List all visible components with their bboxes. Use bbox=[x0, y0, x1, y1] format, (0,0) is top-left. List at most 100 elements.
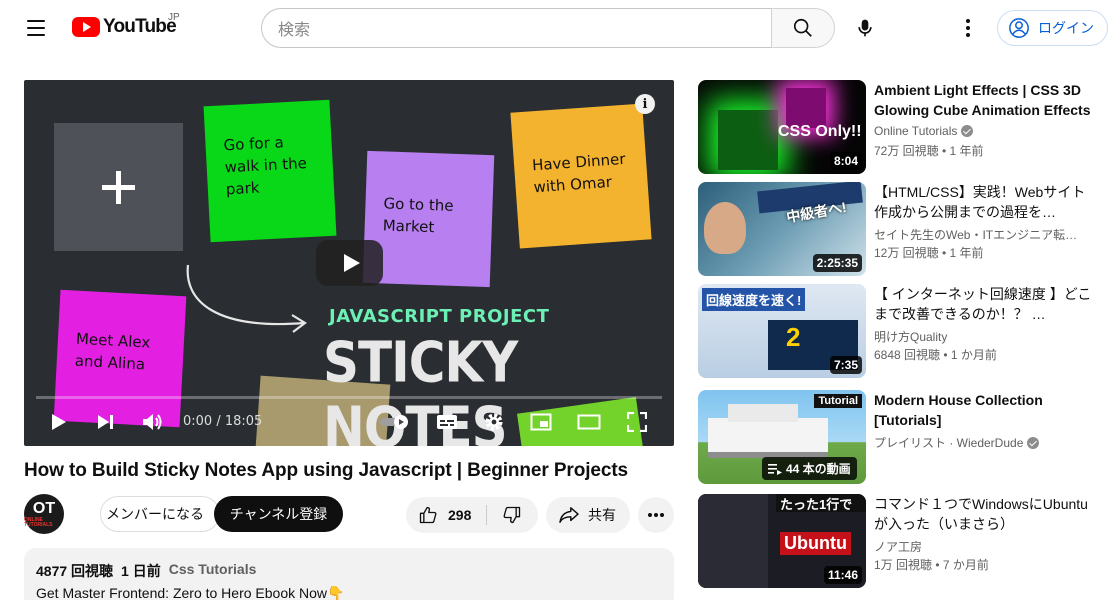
gear-icon bbox=[485, 413, 503, 431]
search-input[interactable]: 検索 bbox=[261, 8, 772, 48]
info-icon[interactable]: i bbox=[635, 94, 655, 114]
autoplay-toggle[interactable] bbox=[378, 408, 414, 436]
search-placeholder: 検索 bbox=[278, 22, 311, 39]
video-title: 【HTML/CSS】実践！Webサイト作成から公開までの過程を… bbox=[874, 184, 1086, 220]
subscribe-label: チャンネル登録 bbox=[229, 506, 328, 522]
login-button[interactable]: ログイン bbox=[997, 10, 1108, 46]
duration-badge: 2:25:35 bbox=[812, 254, 862, 272]
add-note-tile bbox=[54, 123, 183, 251]
guide-menu-button[interactable] bbox=[20, 14, 52, 42]
player-controls: 0:00 / 18:05 bbox=[24, 404, 674, 440]
share-button[interactable]: 共有 bbox=[546, 497, 630, 533]
masthead: YouTube JP 検索 ログイン bbox=[0, 0, 1109, 56]
microphone-icon bbox=[858, 19, 872, 37]
join-membership-button[interactable]: メンバーになる bbox=[100, 496, 220, 532]
member-label: メンバーになる bbox=[106, 506, 204, 522]
description-meta: 4877 回視聴 1 日前 Css Tutorials bbox=[36, 561, 662, 581]
view-count: 4877 回視聴 bbox=[36, 563, 114, 579]
divider bbox=[486, 505, 487, 525]
video-meta: 6848 回視聴 • 1 か月前 bbox=[874, 348, 997, 362]
sticky-note: Have Dinner with Omar bbox=[510, 103, 652, 249]
recommended-playlist[interactable]: Tutorial 44 本の動画 Modern House Collection… bbox=[698, 390, 1103, 486]
miniplayer-button[interactable] bbox=[526, 408, 556, 436]
more-vertical-icon bbox=[966, 19, 970, 37]
hashtag[interactable]: Css Tutorials bbox=[169, 561, 257, 581]
channel-avatar[interactable]: OT ONLINE TUTORIALS bbox=[24, 494, 64, 534]
logo-text: YouTube bbox=[103, 16, 177, 37]
thumbs-down-icon bbox=[503, 506, 521, 524]
video-title: Ambient Light Effects | CSS 3D Glowing C… bbox=[874, 82, 1091, 118]
video-meta: 1万 回視聴 • 7 か月前 bbox=[874, 558, 989, 572]
channel-name: Online Tutorials bbox=[874, 124, 974, 138]
playlist-title: Modern House Collection [Tutorials] bbox=[874, 392, 1043, 428]
channel-name: 明け方Quality bbox=[874, 330, 948, 344]
theater-mode-button[interactable] bbox=[574, 408, 604, 436]
voice-search-button[interactable] bbox=[845, 8, 885, 48]
share-label: 共有 bbox=[588, 507, 616, 523]
thumbnail-text: Tutorial bbox=[814, 394, 862, 408]
menu-icon bbox=[27, 20, 45, 22]
recommended-video[interactable]: CSS Only!! 8:04 Ambient Light Effects | … bbox=[698, 80, 1103, 176]
recommended-video[interactable]: 中級者へ! 2:25:35 【HTML/CSS】実践！Webサイト作成から公開ま… bbox=[698, 182, 1103, 278]
like-count: 298 bbox=[448, 507, 472, 523]
playlist-thumbnail: Tutorial 44 本の動画 bbox=[698, 390, 866, 484]
next-icon bbox=[98, 415, 113, 429]
more-horizontal-icon bbox=[648, 513, 664, 517]
channel-name: ノア工房 bbox=[874, 540, 923, 554]
fullscreen-button[interactable] bbox=[622, 408, 652, 436]
recommended-video[interactable]: たった1行で Ubuntu 11:46 コマンド１つでWindowsにUbunt… bbox=[698, 494, 1103, 590]
video-meta: 12万 回視聴 • 1 年前 bbox=[874, 246, 984, 260]
share-icon bbox=[559, 507, 579, 523]
video-title: コマンド１つでWindowsにUbuntuが入った（いまさら） bbox=[874, 496, 1088, 532]
progress-bar[interactable] bbox=[36, 396, 662, 399]
avatar-subtext: ONLINE TUTORIALS bbox=[24, 516, 53, 528]
playlist-count-badge: 44 本の動画 bbox=[762, 457, 857, 480]
video-title: How to Build Sticky Notes App using Java… bbox=[24, 460, 629, 481]
verified-badge-icon bbox=[961, 125, 974, 137]
video-meta: 72万 回視聴 • 1 年前 bbox=[874, 144, 984, 158]
large-play-button[interactable] bbox=[316, 240, 383, 286]
duration-badge: 11:46 bbox=[823, 566, 862, 584]
dislike-button[interactable] bbox=[488, 497, 536, 533]
subtitles-icon bbox=[437, 415, 457, 429]
settings-button[interactable] bbox=[479, 408, 509, 436]
play-button[interactable] bbox=[44, 408, 74, 436]
youtube-logo[interactable]: YouTube bbox=[72, 16, 177, 38]
region-code: JP bbox=[168, 12, 180, 23]
theater-icon bbox=[577, 414, 601, 430]
video-player[interactable]: Go for a walk in the park Go to the Mark… bbox=[24, 80, 674, 446]
login-label: ログイン bbox=[1038, 20, 1094, 36]
search-icon bbox=[793, 18, 812, 37]
thumbs-up-icon bbox=[419, 506, 437, 524]
subtitles-button[interactable] bbox=[432, 408, 462, 436]
youtube-play-icon bbox=[72, 17, 100, 37]
description-box[interactable]: 4877 回視聴 1 日前 Css Tutorials Get Master F… bbox=[24, 548, 674, 600]
curved-arrow-icon bbox=[186, 264, 307, 333]
playlist-icon bbox=[768, 463, 782, 475]
video-title: 【 インターネット回線速度 】どこまで改善できるのか！？ … bbox=[874, 286, 1092, 322]
video-thumbnail: CSS Only!! 8:04 bbox=[698, 80, 866, 174]
thumbnail-text: 回線速度を速く! bbox=[702, 288, 806, 311]
next-button[interactable] bbox=[91, 408, 121, 436]
volume-button[interactable] bbox=[138, 408, 168, 436]
thumbnail-text: CSS Only!! bbox=[778, 123, 862, 140]
subscribe-button[interactable]: チャンネル登録 bbox=[214, 496, 343, 532]
sticky-note: Go for a walk in the park bbox=[203, 99, 337, 243]
like-dislike-group: 298 bbox=[406, 497, 538, 533]
more-actions-button[interactable] bbox=[638, 497, 674, 533]
recommended-video[interactable]: 回線速度を速く! 2 7:35 【 インターネット回線速度 】どこまで改善できる… bbox=[698, 284, 1103, 380]
video-thumbnail: たった1行で Ubuntu 11:46 bbox=[698, 494, 866, 588]
duration-badge: 7:35 bbox=[829, 356, 862, 374]
autoplay-toggle-icon bbox=[380, 415, 408, 429]
verified-badge-icon bbox=[1027, 436, 1040, 449]
settings-more-button[interactable] bbox=[952, 12, 984, 44]
time-display: 0:00 / 18:05 bbox=[183, 414, 263, 429]
search-button[interactable] bbox=[771, 8, 835, 48]
channel-name: プレイリスト · WiederDude bbox=[874, 434, 1040, 451]
account-icon bbox=[1009, 18, 1029, 38]
duration-badge: 8:04 bbox=[829, 152, 862, 170]
like-button[interactable]: 298 bbox=[406, 497, 486, 533]
channel-name: セイト先生のWeb・ITエンジニア転… bbox=[874, 228, 1078, 242]
play-icon bbox=[52, 414, 66, 430]
upload-date: 1 日前 bbox=[121, 563, 161, 579]
